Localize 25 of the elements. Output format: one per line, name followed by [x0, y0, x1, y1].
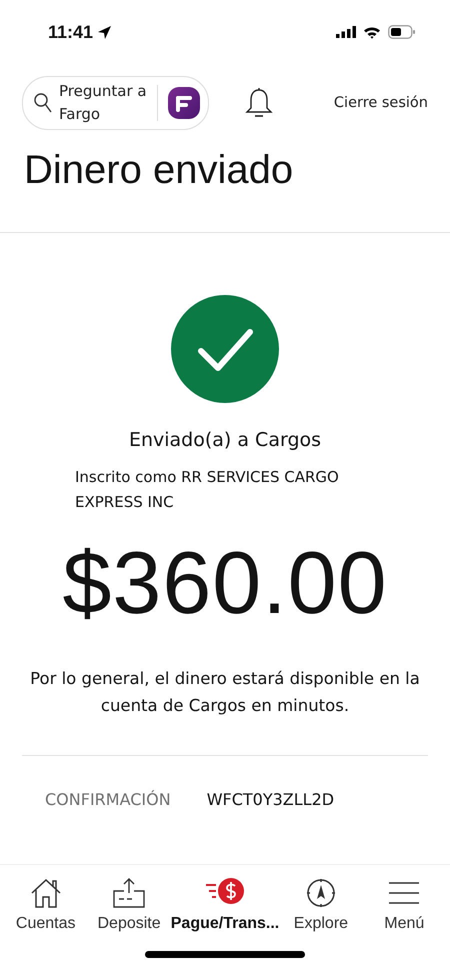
logout-link[interactable]: Cierre sesión	[334, 95, 428, 111]
confirmation-label: CONFIRMACIÓN	[45, 790, 171, 809]
success-check-icon	[171, 295, 279, 403]
page-title: Dinero enviado	[24, 147, 294, 194]
deposit-icon	[112, 877, 146, 909]
search-field[interactable]: Preguntar a Fargo	[22, 76, 209, 130]
enrolled-name: Inscrito como RR SERVICES CARGO EXPRESS INC	[75, 467, 340, 513]
status-time: 11:41	[48, 22, 94, 42]
chat-logo-icon	[168, 87, 200, 119]
amount-sent: $360.00	[62, 533, 388, 633]
wifi-icon	[363, 26, 381, 38]
signal-icon	[336, 26, 356, 38]
search-icon	[33, 92, 53, 114]
tab[interactable]: Pague/Trans...	[170, 877, 280, 933]
location-arrow-icon	[97, 24, 112, 40]
confirmation-code: WFCT0Y3ZLL2D	[206, 790, 334, 809]
tab[interactable]: Explore	[279, 877, 363, 933]
recipient-heading: Enviado(a) a Cargos	[128, 429, 322, 451]
notification-bell-icon[interactable]	[245, 87, 273, 119]
tab[interactable]: Menú	[362, 877, 446, 933]
house-icon	[28, 877, 63, 909]
tab[interactable]: Cuentas	[4, 877, 88, 933]
availability-note: Por lo general, el dinero estará disponible en la cuenta de Cargos en minutos.	[29, 668, 421, 717]
battery-icon	[388, 25, 416, 39]
tab[interactable]: Deposite	[87, 877, 171, 933]
